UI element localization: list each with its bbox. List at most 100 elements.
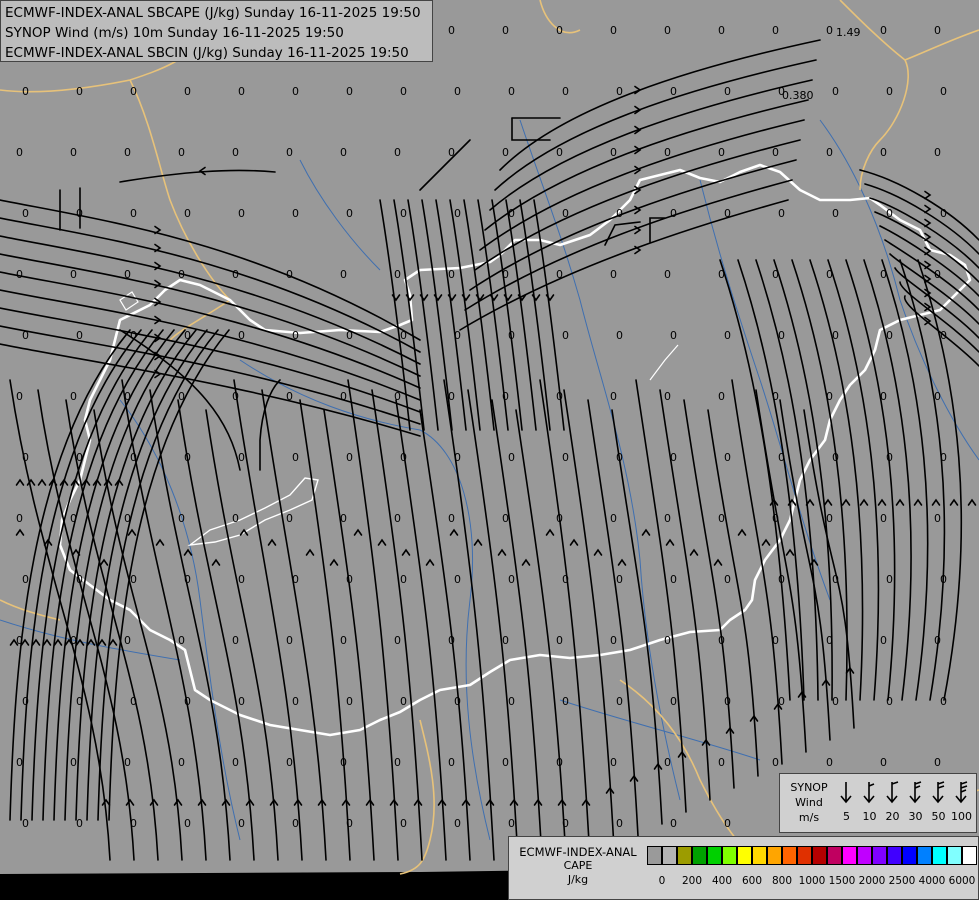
cin-value: 0 [340, 268, 347, 281]
cin-value: 0 [16, 146, 23, 159]
cin-value: 0 [22, 329, 29, 342]
cin-value: 0 [286, 756, 293, 769]
cin-value: 0 [826, 756, 833, 769]
cin-value: 0 [292, 85, 299, 98]
cin-value: 0 [238, 573, 245, 586]
cin-value: 0 [286, 634, 293, 647]
cin-value: 0 [130, 817, 137, 830]
cin-value: 0 [616, 451, 623, 464]
cin-value: 0 [832, 329, 839, 342]
map-canvas: 0 0 0 0 0 0 0 0 0 0 0 0 0 0 0 0 0 0 0 0 0 0 0 0 0 0 0 0 0 0 0 0 0 0 0 0 0 0 0 0… [0, 0, 979, 900]
cin-value: 0 [178, 268, 185, 281]
cape-tick-label: 1000 [798, 875, 826, 887]
wind-barb-icon [932, 781, 945, 804]
cape-color-swatch [692, 846, 707, 865]
cin-value: 0 [502, 24, 509, 37]
title-line-wind: SYNOP Wind (m/s) 10m Sunday 16-11-2025 1… [5, 25, 344, 41]
cape-tick-label: 6000 [948, 875, 976, 887]
cin-value: 0 [130, 573, 137, 586]
cin-value: 0 [346, 817, 353, 830]
cin-value: 0 [346, 329, 353, 342]
cin-value: 0 [454, 817, 461, 830]
cin-value: 0 [292, 451, 299, 464]
cape-legend-title: ECMWF-INDEX-ANAL [519, 845, 637, 859]
cape-color-legend: ECMWF-INDEX-ANAL CAPE J/kg 0 200 400 600 800… [508, 836, 979, 900]
map-background [0, 0, 979, 874]
cape-tick-label: 4000 [918, 875, 946, 887]
cin-value: 0 [70, 756, 77, 769]
wind-barb-icons [840, 781, 968, 804]
cin-value: 0 [724, 329, 731, 342]
cin-value: 0 [448, 146, 455, 159]
map-title-box: ECMWF-INDEX-ANAL SBCAPE (J/kg) Sunday 16… [0, 0, 433, 62]
cin-value: 0 [454, 695, 461, 708]
cin-value: 0 [124, 390, 131, 403]
cin-value: 0 [16, 390, 23, 403]
cin-value: 0 [670, 85, 677, 98]
cape-legend-unit: J/kg [567, 873, 589, 886]
cin-value: 0 [616, 85, 623, 98]
cin-value: 0 [610, 390, 617, 403]
cape-tick-label: 1500 [828, 875, 856, 887]
cin-value: 0 [610, 24, 617, 37]
cin-value: 0 [616, 207, 623, 220]
cin-value: 0 [286, 390, 293, 403]
cin-value: 0 [880, 268, 887, 281]
cin-value: 0 [508, 329, 515, 342]
cape-color-swatch [962, 846, 977, 865]
cin-value: 0 [556, 146, 563, 159]
cin-value: 0 [130, 85, 137, 98]
cin-value: 0 [130, 695, 137, 708]
synop-legend-label: SYNOP Wind m/s [784, 780, 834, 825]
cin-value: 0 [670, 695, 677, 708]
cape-color-swatch [857, 846, 872, 865]
cin-value: 0 [940, 85, 947, 98]
cape-color-swatch [662, 846, 677, 865]
cin-value: 0 [178, 512, 185, 525]
cin-value: 0 [232, 756, 239, 769]
cin-value: 0 [826, 146, 833, 159]
wind-speed-label: 50 [931, 810, 946, 823]
cin-value: 0 [70, 634, 77, 647]
cape-color-swatch [722, 846, 737, 865]
cin-value: 0 [670, 329, 677, 342]
cin-value: 0 [502, 268, 509, 281]
cin-value: 0 [772, 24, 779, 37]
cin-value: 0 [76, 85, 83, 98]
cin-value: 0 [70, 146, 77, 159]
cape-color-swatch [872, 846, 887, 865]
cape-color-scale [647, 846, 977, 865]
cin-value: 0 [238, 451, 245, 464]
cin-value: 0 [346, 85, 353, 98]
cin-value: 0 [394, 512, 401, 525]
cin-value: 0 [934, 268, 941, 281]
cape-tick-label: 2000 [858, 875, 886, 887]
cin-value: 0 [508, 451, 515, 464]
cin-value: 0 [556, 390, 563, 403]
map-value-label: 1.49 [836, 26, 861, 39]
cin-value: 0 [448, 390, 455, 403]
cin-value: 0 [346, 695, 353, 708]
cin-value: 0 [724, 207, 731, 220]
cin-value: 0 [16, 512, 23, 525]
cape-color-swatch [827, 846, 842, 865]
cin-value: 0 [610, 756, 617, 769]
cin-value: 0 [454, 85, 461, 98]
cin-value: 0 [448, 512, 455, 525]
cin-value: 0 [670, 207, 677, 220]
cin-value: 0 [772, 512, 779, 525]
cin-value: 0 [238, 85, 245, 98]
cin-value: 0 [22, 207, 29, 220]
cin-value: 0 [16, 756, 23, 769]
cin-value: 0 [292, 695, 299, 708]
cin-value: 0 [562, 573, 569, 586]
cin-value: 0 [502, 146, 509, 159]
cape-color-swatch [887, 846, 902, 865]
cin-value: 0 [562, 451, 569, 464]
cin-value: 0 [886, 207, 893, 220]
cin-value: 0 [616, 329, 623, 342]
title-line-cin: ECMWF-INDEX-ANAL SBCIN (J/kg) Sunday 16-… [5, 45, 409, 61]
cape-color-swatch [842, 846, 857, 865]
cape-color-swatch [932, 846, 947, 865]
cin-value: 0 [664, 390, 671, 403]
